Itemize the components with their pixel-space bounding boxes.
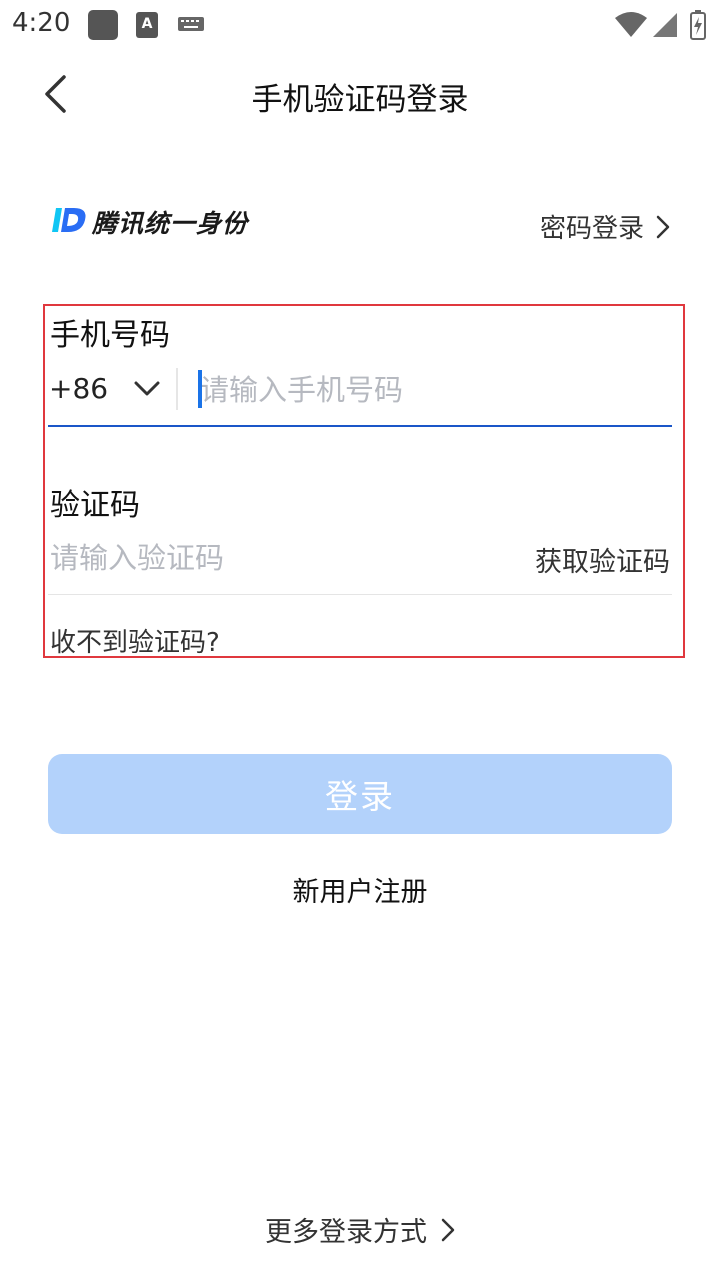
- more-login-options[interactable]: 更多登录方式: [0, 1210, 720, 1249]
- keyboard-icon: [178, 16, 204, 31]
- chevron-right-icon: [441, 1218, 455, 1241]
- phone-label: 手机号码: [50, 318, 170, 353]
- a-font-icon: A: [136, 12, 158, 38]
- wifi-icon: [614, 12, 648, 42]
- login-button[interactable]: 登录: [48, 754, 672, 834]
- code-underline: [48, 594, 672, 595]
- brand-name: 腾讯统一身份: [92, 209, 249, 238]
- page-title: 手机验证码登录: [251, 82, 469, 118]
- country-code-value: +86: [49, 372, 109, 405]
- code-input[interactable]: [50, 534, 470, 582]
- text-cursor: [198, 370, 202, 408]
- country-divider: [176, 368, 178, 410]
- phone-input[interactable]: [200, 366, 670, 414]
- app-square-icon: [88, 10, 118, 40]
- more-login-label: 更多登录方式: [265, 1217, 427, 1248]
- signal-icon: [652, 12, 678, 42]
- battery-charging-icon: [690, 10, 706, 44]
- no-code-link[interactable]: 收不到验证码?: [50, 622, 220, 659]
- status-time: 4:20: [12, 8, 71, 38]
- country-code-selector[interactable]: +86: [49, 372, 160, 405]
- code-label: 验证码: [50, 488, 140, 523]
- password-login-label: 密码登录: [539, 214, 644, 244]
- tencent-id-logo-icon: [52, 206, 88, 238]
- chevron-right-icon: [656, 215, 670, 238]
- get-code-button[interactable]: 获取验证码: [535, 540, 670, 579]
- register-link[interactable]: 新用户注册: [0, 870, 720, 909]
- chevron-down-icon: [134, 381, 160, 395]
- password-login-link[interactable]: 密码登录: [540, 208, 670, 245]
- phone-underline: [48, 425, 672, 427]
